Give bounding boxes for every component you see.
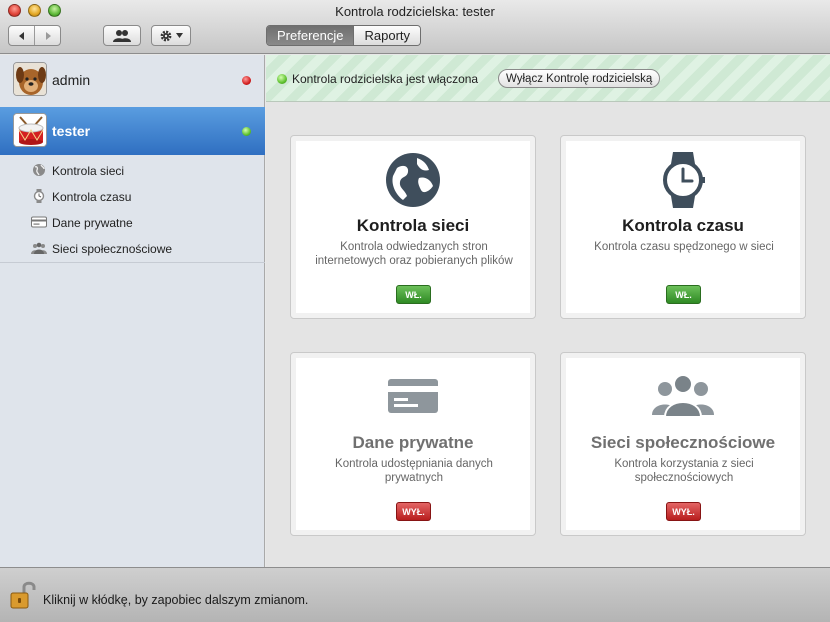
dog-avatar-icon — [14, 63, 46, 95]
card-time-control[interactable]: Kontrola czasu Kontrola czasu spędzonego… — [560, 135, 806, 319]
user-name: admin — [52, 72, 91, 88]
drum-avatar-icon — [14, 114, 46, 146]
card-social-networks[interactable]: Sieci społecznościowe Kontrola korzystan… — [560, 352, 806, 536]
card-icon-wrap — [291, 150, 535, 210]
gear-menu-button[interactable] — [151, 25, 191, 46]
people-icon — [652, 374, 714, 418]
globe-icon — [33, 164, 45, 176]
card-icon-wrap — [561, 150, 805, 210]
chevron-right-icon — [45, 31, 51, 40]
status-indicator-off — [242, 76, 251, 85]
sidebar-user-tester[interactable]: tester — [0, 107, 265, 155]
card-private-data[interactable]: Dane prywatne Kontrola udostępniania dan… — [290, 352, 536, 536]
card-description: Kontrola korzystania z sieci społecznośc… — [614, 458, 754, 484]
card-title: Dane prywatne — [352, 433, 474, 452]
view-tabs: Preferencje Raporty — [266, 25, 422, 46]
toggle-off-button[interactable]: WYŁ. — [666, 502, 701, 521]
sidebar-user-admin[interactable]: admin — [0, 56, 265, 104]
lock-hint-text: Kliknij w kłódkę, by zapobiec dalszym zm… — [43, 593, 309, 607]
watch-icon — [33, 189, 45, 203]
disable-parental-control-button[interactable]: Wyłącz Kontrolę rodzicielską — [498, 69, 661, 88]
chevron-down-icon — [176, 33, 183, 38]
toggle-on-button[interactable]: WŁ. — [396, 285, 431, 304]
card-description: Kontrola odwiedzanych stron internetowyc… — [315, 241, 513, 267]
sidebar-item-label: Sieci społecznościowe — [52, 242, 173, 256]
card-description: Kontrola czasu spędzonego w sieci — [594, 241, 774, 253]
back-button[interactable] — [9, 26, 34, 45]
user-name: tester — [52, 123, 91, 139]
divider — [0, 262, 265, 263]
tab-reports[interactable]: Raporty — [353, 26, 421, 45]
card-icon — [388, 379, 438, 413]
watch-icon — [663, 152, 705, 208]
users-icon — [113, 29, 131, 42]
card-title: Sieci społecznościowe — [590, 433, 776, 452]
back-forward-group — [8, 25, 61, 46]
sidebar-item-time-control[interactable]: Kontrola czasu — [0, 183, 265, 209]
card-description: Kontrola udostępniania danych prywatnych — [335, 458, 493, 484]
lock-open-icon — [10, 581, 36, 609]
status-indicator-on — [242, 127, 251, 136]
bottom-bar: Kliknij w kłódkę, by zapobiec dalszym zm… — [0, 567, 830, 622]
status-indicator-on — [277, 74, 287, 84]
forward-button[interactable] — [34, 26, 60, 45]
main-content: Kontrola rodzicielska jest włączona Wyłą… — [266, 55, 830, 567]
card-title: Kontrola sieci — [356, 216, 470, 235]
toggle-on-button[interactable]: WŁ. — [666, 285, 701, 304]
tab-preferences[interactable]: Preferencje — [267, 26, 354, 45]
sidebar-item-label: Kontrola czasu — [52, 190, 132, 204]
status-text: Kontrola rodzicielska jest włączona — [292, 72, 479, 86]
card-web-control[interactable]: Kontrola sieci Kontrola odwiedzanych str… — [290, 135, 536, 319]
gear-icon — [160, 30, 172, 41]
sidebar-item-label: Kontrola sieci — [52, 164, 125, 178]
globe-icon — [386, 153, 440, 207]
avatar — [13, 113, 47, 147]
users-button[interactable] — [103, 25, 141, 46]
avatar — [13, 62, 47, 96]
toggle-off-button[interactable]: WYŁ. — [396, 502, 431, 521]
card-icon-wrap — [291, 367, 535, 427]
card-icon-wrap — [561, 367, 805, 427]
card-icon — [31, 216, 47, 228]
chevron-left-icon — [18, 31, 24, 40]
sidebar-item-label: Dane prywatne — [52, 216, 133, 230]
people-icon — [31, 242, 47, 254]
window-title: Kontrola rodzicielska: tester — [335, 4, 495, 19]
sidebar: admin tester Kontrola sieci Kontrola cza… — [0, 55, 265, 567]
sidebar-item-web-control[interactable]: Kontrola sieci — [0, 157, 265, 183]
lock-button[interactable] — [10, 580, 36, 610]
card-title: Kontrola czasu — [622, 216, 744, 235]
title-bar: Kontrola rodzicielska: tester Preferencj… — [0, 0, 830, 54]
status-banner: Kontrola rodzicielska jest włączona Wyłą… — [266, 55, 830, 102]
sidebar-item-private-data[interactable]: Dane prywatne — [0, 209, 265, 235]
sidebar-item-social-networks[interactable]: Sieci społecznościowe — [0, 235, 265, 261]
